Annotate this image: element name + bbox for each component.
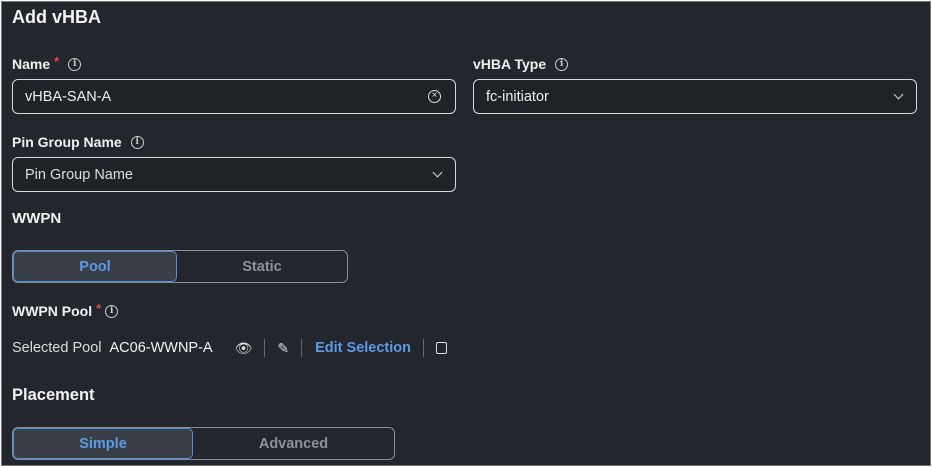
wwpn-heading: WWPN [12, 210, 62, 227]
selected-pool-label: Selected Pool [12, 340, 102, 356]
clear-icon[interactable]: × [428, 90, 441, 103]
placement-simple-option[interactable]: Simple [13, 428, 193, 459]
placement-toggle: Simple Advanced [12, 427, 395, 460]
wwpn-toggle: Pool Static [12, 250, 348, 283]
info-icon[interactable]: i [555, 57, 569, 71]
info-icon[interactable]: i [130, 135, 144, 149]
info-icon[interactable]: i [105, 304, 119, 318]
name-label: Name * i [12, 53, 82, 72]
name-value: vHBA-SAN-A [25, 88, 112, 105]
required-marker: * [96, 300, 102, 316]
divider [423, 339, 425, 357]
vhba-type-value: fc-initiator [486, 88, 549, 105]
chevron-down-icon [432, 167, 443, 178]
vhba-type-select[interactable]: fc-initiator [473, 79, 917, 114]
divider [301, 339, 303, 357]
vhba-type-label-text: vHBA Type [473, 56, 547, 72]
name-label-text: Name [12, 56, 51, 72]
name-input[interactable]: vHBA-SAN-A × [12, 79, 456, 114]
pin-group-placeholder: Pin Group Name [25, 166, 133, 183]
wwpn-pool-option[interactable]: Pool [13, 251, 177, 282]
pencil-icon[interactable]: ✎ [277, 340, 289, 357]
required-marker: * [54, 53, 60, 69]
pin-group-label-text: Pin Group Name [12, 134, 122, 150]
placement-advanced-option[interactable]: Advanced [193, 428, 394, 459]
eye-icon[interactable]: 👁 [235, 340, 253, 357]
trash-icon[interactable] [436, 342, 448, 354]
wwpn-pool-label: WWPN Pool * i [12, 300, 119, 319]
vhba-type-label: vHBA Type i [473, 56, 569, 72]
wwpn-pool-label-text: WWPN Pool [12, 303, 93, 319]
edit-selection-link[interactable]: Edit Selection [315, 340, 411, 356]
selected-pool-row: Selected Pool AC06-WWNP-A 👁 ✎ Edit Selec… [12, 338, 448, 358]
selected-pool-value: AC06-WWNP-A [109, 340, 213, 356]
pin-group-select[interactable]: Pin Group Name [12, 157, 456, 192]
add-vhba-panel: Add vHBA Name * i vHBA-SAN-A × vHBA Type i f… [1, 1, 931, 466]
placement-heading: Placement [12, 386, 95, 404]
chevron-down-icon [893, 89, 904, 100]
pin-group-label: Pin Group Name i [12, 134, 144, 150]
wwpn-static-option[interactable]: Static [177, 251, 347, 282]
page-title: Add vHBA [12, 7, 101, 27]
info-icon[interactable]: i [68, 57, 82, 71]
divider [264, 339, 266, 357]
